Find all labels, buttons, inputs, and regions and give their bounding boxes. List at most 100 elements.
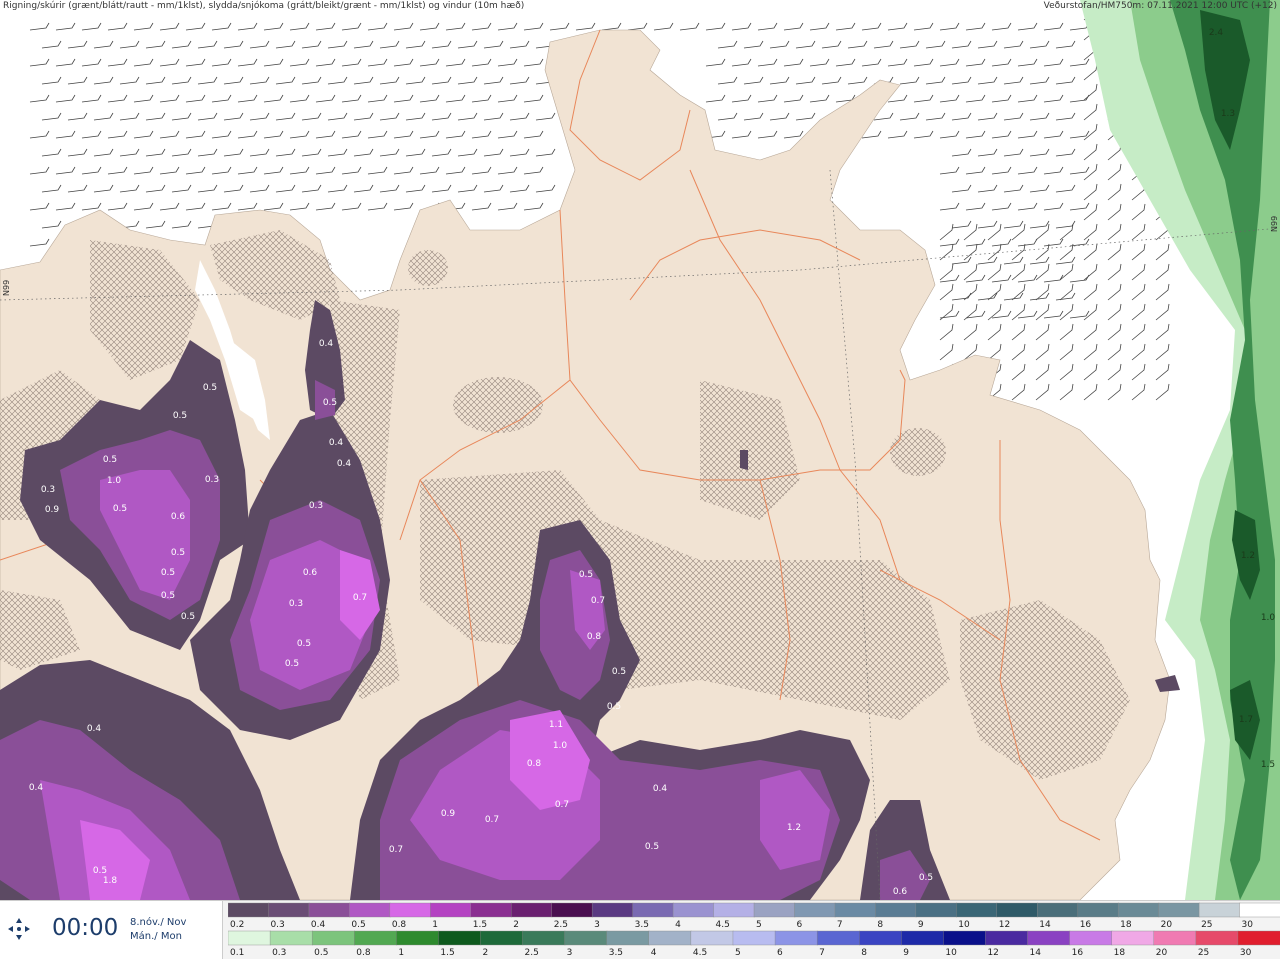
rain-legend-swatch (1237, 930, 1280, 946)
snow-legend-swatch (268, 902, 310, 918)
precip-value-label: 0.3 (41, 485, 55, 495)
rain-legend-label: 8 (861, 948, 867, 958)
snow-legend-label: 10 (958, 920, 970, 930)
snow-legend-label: 5 (756, 920, 762, 930)
precip-value-label: 0.5 (323, 398, 337, 408)
latitude-label-left: N99 (2, 279, 11, 296)
rain-legend-label: 0.5 (314, 948, 328, 958)
precip-value-label: 0.5 (612, 667, 626, 677)
bottom-bar: 00:00 8.nóv./ Nov Mán./ Mon 0.2 0.3 0.4 0.5… (0, 900, 1280, 959)
precip-value-label: 0.8 (587, 632, 602, 642)
precip-value-label: 0.7 (353, 593, 367, 603)
precip-value-label: 1.0 (553, 741, 568, 751)
precip-value-label: 0.4 (87, 724, 102, 734)
snow-legend-label: 2 (513, 920, 519, 930)
snow-legend-swatch (915, 902, 958, 918)
snow-legend-label: 0.4 (311, 920, 326, 930)
precip-value-label: 0.7 (389, 845, 403, 855)
rain-legend-label: 30 (1240, 948, 1252, 958)
rain-legend-swatch (648, 930, 692, 946)
rain-legend-swatch (564, 930, 608, 946)
precip-value-label: 0.5 (113, 504, 127, 514)
latitude-label-right: N99 (1270, 215, 1279, 232)
map-source-time: Veðurstofan/HM750m: 07.11.2021 12:00 UTC… (1043, 1, 1277, 11)
snow-legend-label: 25 (1201, 920, 1212, 930)
precip-value-label: 0.9 (441, 809, 456, 819)
rain-legend-label: 4.5 (693, 948, 707, 958)
snow-legend-swatch (834, 902, 877, 918)
snow-legend-label: 9 (918, 920, 924, 930)
snow-legend-label: 2.5 (554, 920, 568, 930)
rain-legend-label: 16 (1072, 948, 1084, 958)
rain-legend-swatch (606, 930, 650, 946)
precip-value-label: 0.5 (285, 659, 299, 669)
forecast-time: 00:00 (52, 915, 119, 941)
precip-value-label: 1.2 (787, 823, 801, 833)
snow-legend-label: 1.5 (473, 920, 487, 930)
snow-legend-label: 4 (675, 920, 681, 930)
precip-value-label: 0.5 (203, 383, 217, 393)
snow-legend-label: 0.3 (270, 920, 284, 930)
rain-legend-label: 0.1 (230, 948, 244, 958)
rain-legend-label: 1 (398, 948, 404, 958)
snow-legend-label: 0.5 (351, 920, 365, 930)
precip-value-label: 0.9 (45, 505, 60, 515)
snow-legend-label: 3.5 (635, 920, 649, 930)
rain-legend-label: 4 (651, 948, 657, 958)
rain-legend-label: 0.3 (272, 948, 286, 958)
precip-value-label: 0.4 (319, 339, 334, 349)
rain-legend-swatch (1069, 930, 1113, 946)
precip-value-label: 1.0 (1261, 613, 1276, 623)
time-panel[interactable]: 00:00 8.nóv./ Nov Mán./ Mon (0, 901, 223, 959)
precip-value-label: 0.7 (485, 815, 499, 825)
rain-legend-swatch (985, 930, 1029, 946)
rain-legend-swatch (438, 930, 482, 946)
snow-legend-label: 0.2 (230, 920, 244, 930)
rain-legend-label: 5 (735, 948, 741, 958)
rain-legend-swatch (396, 930, 440, 946)
snow-legend-swatch (228, 902, 270, 918)
snow-legend-swatch (430, 902, 472, 918)
precip-value-label: 0.5 (93, 866, 107, 876)
rain-legend-swatch (522, 930, 566, 946)
weather-map[interactable]: 0.4 0.5 0.4 0.4 0.3 0.6 0.3 0.5 0.5 0.7 0.5 0.5 0.5 1… (0, 0, 1280, 900)
snow-legend-label: 14 (1039, 920, 1051, 930)
rain-legend-swatch (1195, 930, 1239, 946)
rain-legend-label: 10 (945, 948, 957, 958)
snow-legend-swatch (1117, 902, 1160, 918)
snow-legend-swatch (753, 902, 796, 918)
rain-legend-label: 20 (1156, 948, 1168, 958)
rain-legend-label: 2.5 (525, 948, 539, 958)
snow-legend-swatch (996, 902, 1038, 918)
snow-legend-label: 20 (1161, 920, 1173, 930)
precip-value-label: 1.3 (1221, 109, 1235, 119)
rain-legend-label: 2 (482, 948, 488, 958)
snow-legend-label: 16 (1080, 920, 1092, 930)
snow-legend-swatch (632, 902, 674, 918)
crosshair-arrows-icon[interactable] (8, 918, 30, 940)
rain-legend-swatch (901, 930, 945, 946)
precipitation-legend: 0.2 0.3 0.4 0.5 0.8 1 1.5 2 2.5 3 3.5 4 4.5 5 6 7 8 9 10 12… (228, 902, 1280, 958)
precip-value-label: 0.7 (555, 800, 569, 810)
rain-legend-label: 0.8 (356, 948, 371, 958)
rain-legend-swatch (774, 930, 818, 946)
rain-legend-swatch (943, 930, 987, 946)
snow-legend-swatch (1037, 902, 1079, 918)
precip-value-label: 0.6 (171, 512, 186, 522)
precip-value-label: 0.7 (591, 596, 605, 606)
precip-value-label: 0.6 (893, 887, 908, 897)
snow-legend-label: 7 (837, 920, 843, 930)
precip-value-label: 0.5 (579, 570, 593, 580)
precip-value-label: 0.3 (309, 501, 323, 511)
snow-legend-swatch (875, 902, 917, 918)
snow-legend-label: 1 (432, 920, 438, 930)
snow-legend-swatch (551, 902, 593, 918)
precip-value-label: 0.4 (337, 459, 352, 469)
snow-legend-swatch (1198, 902, 1241, 918)
snow-legend-swatch (591, 902, 634, 918)
snow-legend-swatch (1158, 902, 1200, 918)
snow-legend-swatch (470, 902, 512, 918)
snow-legend-label: 18 (1120, 920, 1132, 930)
rain-legend-label: 9 (903, 948, 909, 958)
map-title: Rigning/skúrir (grænt/blátt/rautt - mm/1… (3, 1, 525, 11)
